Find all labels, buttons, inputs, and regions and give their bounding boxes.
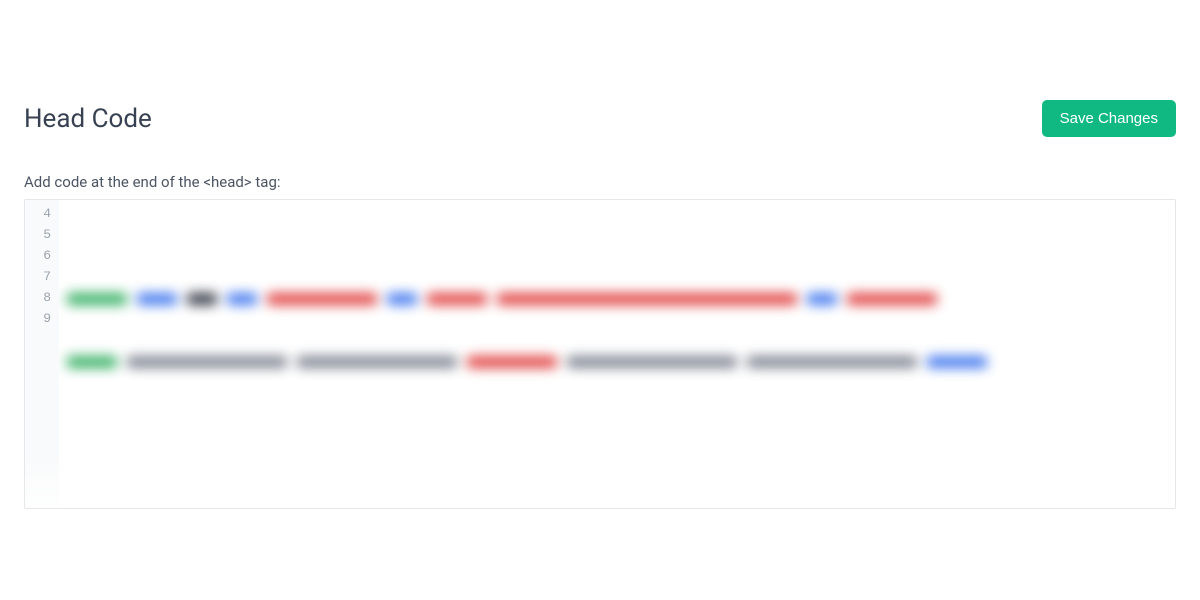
- header-row: Head Code Save Changes: [24, 100, 1176, 137]
- code-area[interactable]: <script defer src="https://unpkg.com/@ti…: [59, 200, 1175, 508]
- save-changes-button[interactable]: Save Changes: [1042, 100, 1176, 137]
- obscured-code-line: [67, 351, 1167, 372]
- line-number-gutter: 456789: [25, 200, 59, 508]
- obscured-code-line: [67, 288, 1167, 309]
- instruction-label: Add code at the end of the <head> tag:: [24, 173, 1176, 191]
- line-number: 8: [31, 288, 51, 309]
- line-number: 7: [31, 267, 51, 288]
- line-number: 9: [31, 309, 51, 330]
- code-line-blank: [67, 456, 1167, 477]
- line-number: 5: [31, 225, 51, 246]
- line-number: 6: [31, 246, 51, 267]
- code-editor[interactable]: 456789 <script defer src="https: [24, 199, 1176, 509]
- line-number: 4: [31, 204, 51, 225]
- page-title: Head Code: [24, 104, 152, 134]
